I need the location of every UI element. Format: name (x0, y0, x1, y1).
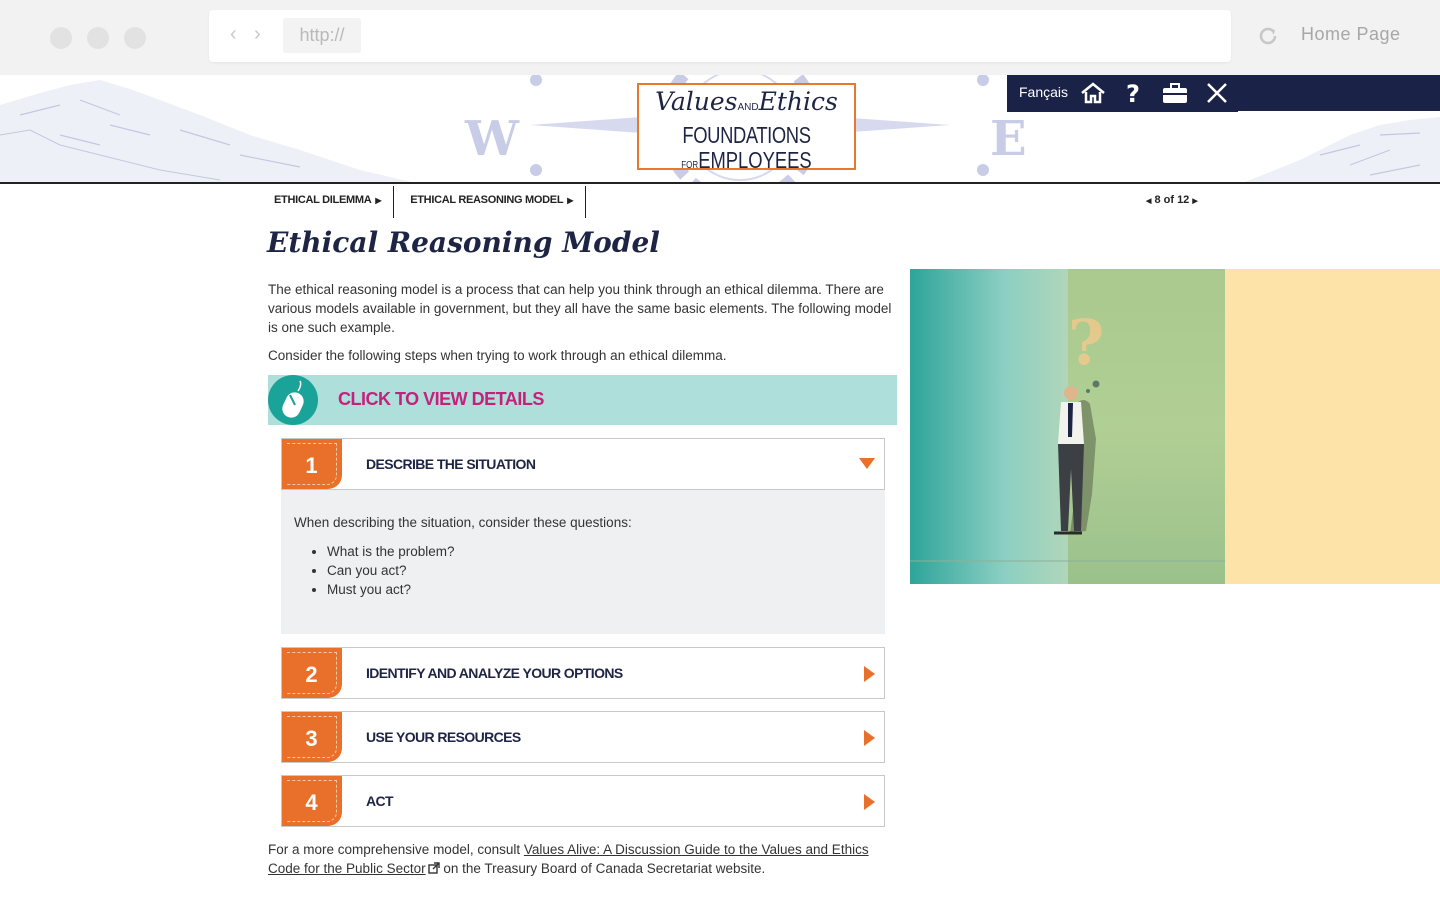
step-number-badge: 4 (282, 776, 342, 826)
mouse-click-icon (268, 375, 318, 425)
breadcrumb: ETHICAL DILEMMA ▶ ETHICAL REASONING MODEL… (261, 186, 587, 218)
businessman-question-illustration: ? (910, 269, 1440, 584)
step-3-accordion[interactable]: 3 USE YOUR RESOURCES (281, 711, 885, 763)
chevron-right-icon (864, 666, 875, 682)
back-arrow-icon[interactable]: ‹ (230, 24, 237, 44)
breadcrumb-ethical-dilemma[interactable]: ETHICAL DILEMMA ▶ (261, 186, 395, 218)
window-maximize-dot[interactable] (124, 27, 146, 49)
step-label: DESCRIBE THE SITUATION (366, 456, 536, 472)
instruction-paragraph: Consider the following steps when trying… (268, 348, 727, 363)
external-link-icon (427, 862, 440, 874)
language-toggle[interactable]: Fançais (1019, 84, 1068, 100)
svg-text:E: E (990, 111, 1027, 167)
browser-chrome: ‹ › http:// Home Page (0, 0, 1440, 75)
footer-paragraph: For a more comprehensive model, consult … (268, 842, 869, 876)
chevron-right-icon (864, 730, 875, 746)
step-number-badge: 2 (282, 648, 342, 698)
reload-icon[interactable] (1257, 25, 1279, 47)
course-toolbar: Fançais ? (1007, 75, 1440, 111)
toolbar-underline (1007, 110, 1238, 112)
address-bar[interactable] (209, 10, 1231, 62)
chevron-right-icon (864, 794, 875, 810)
chevron-down-icon (859, 458, 875, 469)
home-icon[interactable] (1080, 81, 1106, 105)
home-page-link[interactable]: Home Page (1301, 24, 1401, 45)
click-to-view-banner: CLICK TO VIEW DETAILS (268, 375, 897, 425)
step-number-badge: 1 (282, 439, 342, 489)
close-icon[interactable] (1204, 81, 1230, 105)
list-item: What is the problem? (327, 542, 455, 561)
window-close-dot[interactable] (50, 27, 72, 49)
breadcrumb-ethical-reasoning-model[interactable]: ETHICAL REASONING MODEL ▶ (394, 186, 587, 218)
question-list: What is the problem? Can you act? Must y… (327, 542, 455, 599)
mountain-left-illustration (0, 80, 412, 182)
page-counter: 8 of 12 (1154, 194, 1190, 206)
next-page-arrow-icon[interactable]: ▶ (1192, 198, 1197, 205)
list-item: Can you act? (327, 561, 455, 580)
step-number-badge: 3 (282, 712, 342, 762)
step-2-accordion[interactable]: 2 IDENTIFY AND ANALYZE YOUR OPTIONS (281, 647, 885, 699)
svg-text:?: ? (1126, 81, 1140, 105)
click-to-view-label: CLICK TO VIEW DETAILS (338, 389, 544, 409)
page-title: Ethical Reasoning Model (267, 226, 660, 259)
step-1-details-panel: When describing the situation, consider … (281, 490, 885, 634)
panel-lead-text: When describing the situation, consider … (294, 515, 632, 530)
window-minimize-dot[interactable] (87, 27, 109, 49)
step-label: ACT (366, 793, 394, 809)
step-label: IDENTIFY AND ANALYZE YOUR OPTIONS (366, 665, 623, 681)
toolbox-icon[interactable] (1162, 81, 1188, 105)
forward-arrow-icon[interactable]: › (254, 24, 261, 44)
previous-page-arrow-icon[interactable]: ◀ (1146, 198, 1151, 205)
svg-text:W: W (464, 111, 520, 167)
url-field[interactable]: http:// (283, 18, 361, 53)
page-pager: ◀ 8 of 12 ▶ (1146, 194, 1198, 206)
step-1-accordion[interactable]: 1 DESCRIBE THE SITUATION (281, 438, 885, 490)
help-icon[interactable]: ? (1121, 81, 1147, 105)
course-logo: ValuesANDEthics FOUNDATIONS FOREMPLOYEES (637, 83, 856, 173)
mountain-right-illustration (1245, 117, 1440, 182)
step-label: USE YOUR RESOURCES (366, 729, 521, 745)
intro-paragraph: The ethical reasoning model is a process… (268, 282, 892, 335)
list-item: Must you act? (327, 580, 455, 599)
svg-text:?: ? (1068, 306, 1104, 379)
step-4-accordion[interactable]: 4 ACT (281, 775, 885, 827)
